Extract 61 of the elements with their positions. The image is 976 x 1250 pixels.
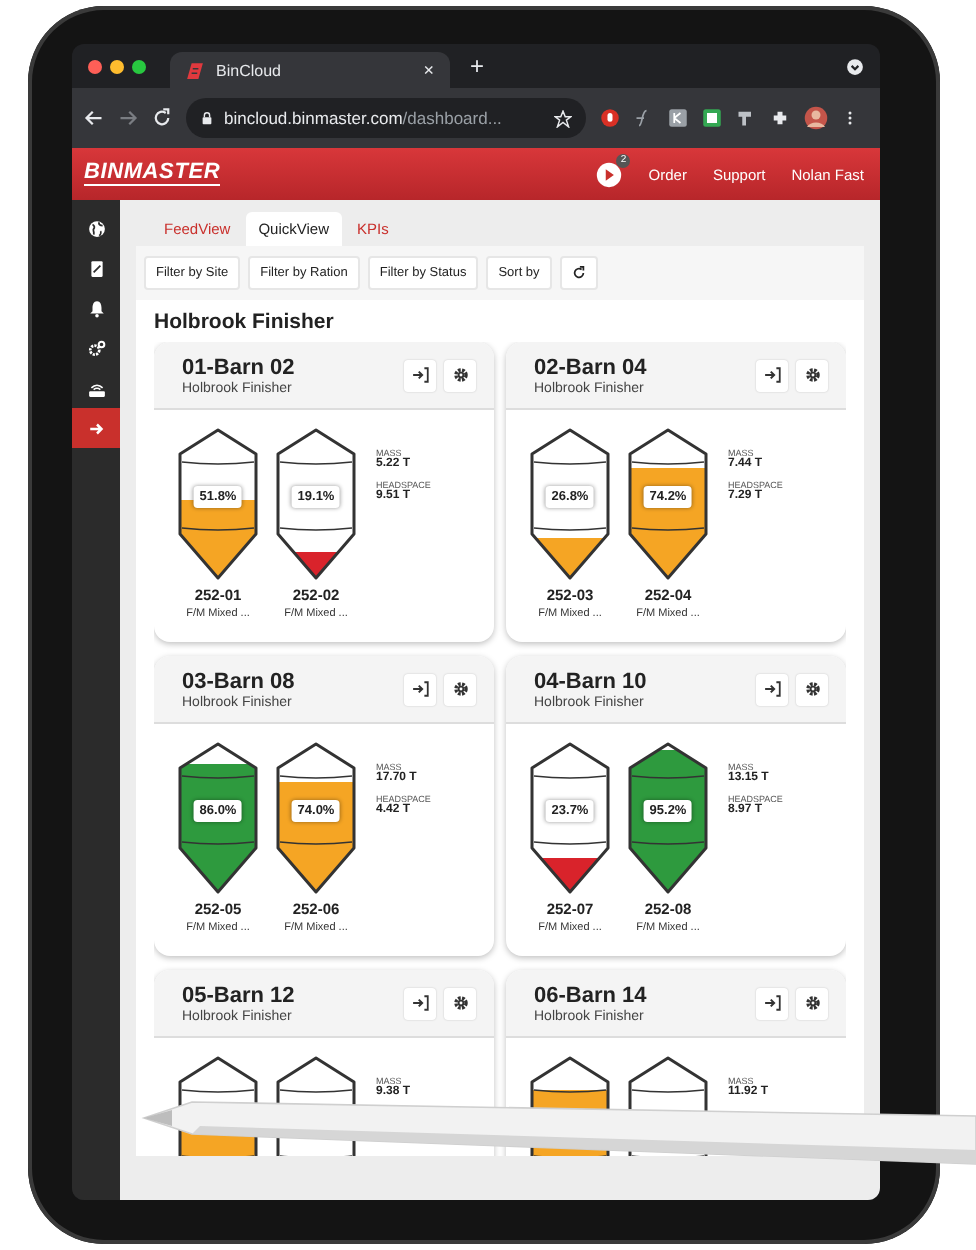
- settings-icon: [803, 680, 821, 698]
- logo-icon: [186, 61, 204, 79]
- gears-icon: [87, 339, 105, 357]
- settings-icon: [451, 680, 469, 698]
- barn-title: 02-Barn 04: [534, 355, 649, 379]
- login-icon: [763, 994, 781, 1012]
- maximize-dot[interactable]: [132, 59, 146, 73]
- settings-icon: [451, 994, 469, 1012]
- settings-button[interactable]: [796, 987, 828, 1019]
- settings-button[interactable]: [796, 673, 828, 705]
- close-dot[interactable]: [88, 59, 102, 73]
- settings-button[interactable]: [796, 359, 828, 391]
- forward-icon: [118, 108, 138, 128]
- extension-icon: [702, 108, 722, 128]
- avatar-icon: [804, 106, 828, 130]
- extension-icon: [668, 108, 688, 128]
- settings-icon: [803, 366, 821, 384]
- barn-title: 05-Barn 12: [182, 983, 297, 1007]
- arrow-icon: [87, 419, 105, 437]
- settings-icon: [803, 994, 821, 1012]
- minimize-dot[interactable]: [110, 59, 124, 73]
- logo[interactable]: BINMASTER: [84, 162, 221, 186]
- site-heading: Holbrook Finisher: [154, 310, 336, 334]
- play-icon: [596, 161, 623, 187]
- enter-button[interactable]: [756, 987, 788, 1019]
- barn-title: 04-Barn 10: [534, 669, 649, 693]
- lock-icon: [200, 110, 214, 126]
- browser-tab[interactable]: BinCloud ×: [170, 52, 450, 88]
- settings-button[interactable]: [444, 673, 476, 705]
- back-icon: [84, 108, 104, 128]
- enter-button[interactable]: [756, 359, 788, 391]
- tab-close[interactable]: ×: [423, 60, 434, 80]
- document-icon: [87, 259, 105, 277]
- url-text: bincloud.binmaster.com/dashboard...: [224, 108, 504, 128]
- login-icon: [411, 994, 429, 1012]
- login-icon: [763, 680, 781, 698]
- settings-button[interactable]: [444, 987, 476, 1019]
- login-icon: [411, 366, 429, 384]
- enter-button[interactable]: [404, 359, 436, 391]
- barn-title: 01-Barn 02: [182, 355, 297, 379]
- reload-icon: [152, 108, 172, 128]
- tab-title: BinCloud: [216, 61, 283, 79]
- router-icon: [87, 379, 105, 397]
- settings-icon: [451, 366, 469, 384]
- star-icon: [554, 109, 572, 127]
- barn-title: 06-Barn 14: [534, 983, 649, 1007]
- enter-button[interactable]: [404, 987, 436, 1019]
- refresh-button[interactable]: [559, 256, 598, 290]
- dropdown-icon: [846, 57, 864, 75]
- enter-button[interactable]: [756, 673, 788, 705]
- login-icon: [411, 680, 429, 698]
- bell-icon: [87, 299, 105, 317]
- globe-icon: [87, 219, 105, 237]
- address-bar[interactable]: bincloud.binmaster.com/dashboard...: [186, 98, 586, 138]
- barn-title: 03-Barn 08: [182, 669, 297, 693]
- new-tab-button[interactable]: +: [470, 52, 485, 80]
- login-icon: [763, 366, 781, 384]
- record-icon: [600, 108, 620, 128]
- enter-button[interactable]: [404, 673, 436, 705]
- settings-button[interactable]: [444, 359, 476, 391]
- refresh-icon: [571, 266, 586, 280]
